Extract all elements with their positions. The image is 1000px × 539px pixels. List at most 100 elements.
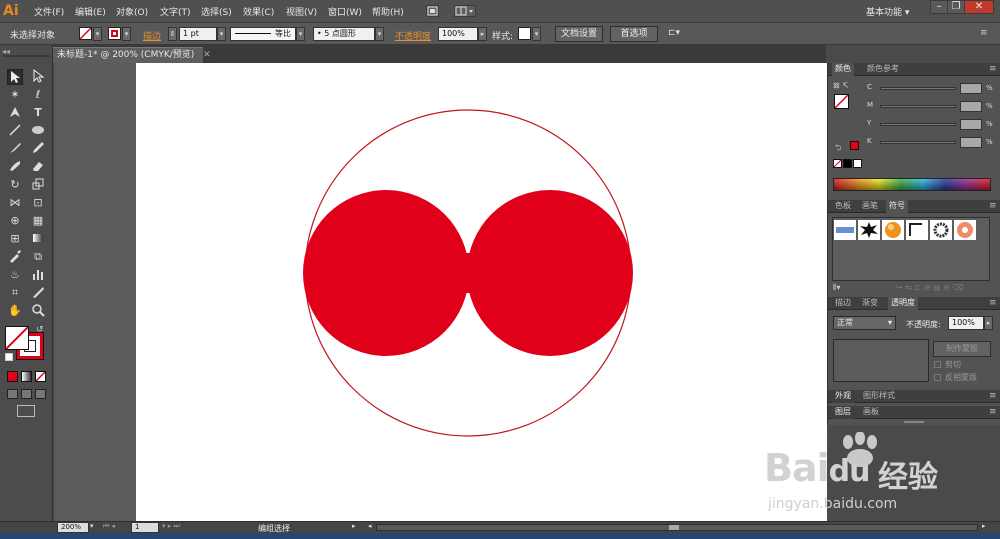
tab-transparency[interactable]: 透明度 <box>888 297 918 310</box>
fill-swatch[interactable] <box>79 27 92 40</box>
preferences-button[interactable]: 首选项 <box>610 26 658 42</box>
style-dropdown[interactable]: ▾ <box>532 27 541 41</box>
channel-y-slider[interactable] <box>880 123 956 126</box>
document-tab[interactable]: 未标题-1* @ 200% (CMYK/预览) ✕ <box>53 47 211 63</box>
menu-file[interactable]: 文件(F) <box>34 5 64 18</box>
color-spectrum-bar[interactable] <box>833 178 991 191</box>
symbol-ink-splat[interactable] <box>858 220 880 240</box>
none-mode-icon[interactable] <box>35 371 46 382</box>
rotate-tool-icon[interactable]: ↻ <box>7 177 23 193</box>
stroke-dropdown[interactable]: ▾ <box>122 27 131 41</box>
color-mode-icon[interactable] <box>7 371 18 382</box>
channel-m-value[interactable] <box>960 101 982 112</box>
mesh-tool-icon[interactable]: ⊞ <box>7 231 23 247</box>
menu-window[interactable]: 窗口(W) <box>328 5 362 18</box>
magic-wand-tool-icon[interactable]: ✶ <box>7 87 23 103</box>
workspace-switcher[interactable]: 基本功能 ▾ <box>866 5 909 18</box>
close-button[interactable]: ✕ <box>964 0 994 14</box>
color-panel-menu-icon[interactable]: ≡ <box>989 64 997 74</box>
invert-mask-checkbox[interactable] <box>934 374 941 381</box>
tab-gradient[interactable]: 渐变 <box>859 297 881 310</box>
pen-tool-icon[interactable] <box>7 105 23 121</box>
transparency-opacity-dropdown[interactable]: ▸ <box>984 316 993 330</box>
draw-normal-icon[interactable] <box>7 389 18 399</box>
out-of-gamut-icon[interactable]: ⮌ <box>835 142 841 156</box>
tab-graphic-styles[interactable]: 图形样式 <box>860 390 898 403</box>
pencil-tool-icon[interactable] <box>30 141 46 157</box>
artboard-number-field[interactable]: 1 <box>131 522 159 533</box>
horizontal-scrollbar[interactable] <box>376 524 978 531</box>
menu-edit[interactable]: 编辑(E) <box>75 5 106 18</box>
scroll-left-icon[interactable]: ◂ <box>368 522 372 530</box>
stroke-link[interactable]: 描边 <box>143 29 161 42</box>
symbol-flower[interactable] <box>954 220 976 240</box>
tab-artboards[interactable]: 画板 <box>860 406 882 419</box>
artboard[interactable] <box>136 63 827 521</box>
make-mask-button[interactable]: 制作蒙版 <box>933 341 991 357</box>
channel-c-slider[interactable] <box>880 87 956 90</box>
symbol-orange-ball[interactable] <box>882 220 904 240</box>
screen-mode-icon[interactable] <box>17 405 35 417</box>
next-artboard-icon[interactable]: ▾ ▸ ⏭ <box>162 522 180 531</box>
zoom-dropdown[interactable]: ▾ <box>90 522 98 533</box>
hand-tool-icon[interactable]: ✋ <box>7 303 23 319</box>
stroke-weight-field[interactable]: 1 pt <box>179 27 217 41</box>
transparency-panel-menu-icon[interactable]: ≡ <box>989 298 997 308</box>
left-red-circle[interactable] <box>303 190 469 356</box>
eyedropper-tool-icon[interactable] <box>7 249 23 265</box>
default-colors-icon[interactable] <box>5 353 13 361</box>
channel-y-value[interactable] <box>960 119 982 130</box>
clip-checkbox[interactable] <box>934 361 941 368</box>
symbol-corner-frame[interactable] <box>906 220 928 240</box>
lasso-tool-icon[interactable]: ℓ <box>30 87 46 103</box>
channel-k-slider[interactable] <box>880 141 956 144</box>
direct-selection-tool-icon[interactable] <box>30 68 46 85</box>
scrollbar-thumb[interactable] <box>669 525 679 530</box>
dock-resize-grip[interactable] <box>904 421 924 423</box>
zoom-field[interactable]: 200% <box>57 522 89 533</box>
tab-layers[interactable]: 图层 <box>832 406 854 419</box>
paintbrush-tool-icon[interactable] <box>7 141 23 157</box>
menu-effect[interactable]: 效果(C) <box>243 5 274 18</box>
draw-behind-icon[interactable] <box>21 389 32 399</box>
stroke-weight-stepper[interactable]: ⇕ <box>168 27 177 41</box>
opacity-field[interactable]: 100% <box>438 27 478 41</box>
menu-select[interactable]: 选择(S) <box>201 5 232 18</box>
color-fill-default-icon[interactable]: ⊠ ↸ <box>833 81 849 90</box>
tab-symbols[interactable]: 符号 <box>886 200 908 213</box>
appearance-panel-menu-icon[interactable]: ≡ <box>989 391 997 401</box>
brush-dropdown[interactable]: ▾ <box>375 27 384 41</box>
width-tool-icon[interactable]: ⋈ <box>7 195 23 211</box>
blend-tool-icon[interactable]: ⧉ <box>30 249 46 265</box>
stroke-weight-dropdown[interactable]: ▾ <box>217 27 226 41</box>
panel-menu-icon[interactable]: ≡ <box>980 28 988 38</box>
symbol-wreath[interactable] <box>930 220 952 240</box>
scale-tool-icon[interactable] <box>30 177 46 193</box>
opacity-dropdown[interactable]: ▸ <box>478 27 487 41</box>
selection-tool-icon[interactable] <box>7 69 23 85</box>
menu-object[interactable]: 对象(O) <box>116 5 148 18</box>
variable-width-profile[interactable]: 等比 <box>230 27 296 41</box>
layers-panel-menu-icon[interactable]: ≡ <box>989 407 997 417</box>
type-tool-icon[interactable]: T <box>30 105 46 121</box>
column-graph-tool-icon[interactable] <box>30 267 46 283</box>
right-red-circle[interactable] <box>467 190 633 356</box>
eraser-tool-icon[interactable] <box>30 159 46 175</box>
menu-help[interactable]: 帮助(H) <box>372 5 404 18</box>
tab-color[interactable]: 颜色 <box>832 63 854 76</box>
symbol-sprayer-tool-icon[interactable]: ♨ <box>7 267 23 283</box>
transparency-opacity-field[interactable]: 100% <box>948 316 984 330</box>
restore-button[interactable]: ❐ <box>947 0 965 14</box>
panel-fill-swatch[interactable] <box>834 94 849 109</box>
scroll-right-icon[interactable]: ▸ <box>982 522 986 530</box>
ellipse-tool-icon[interactable] <box>30 123 46 139</box>
gradient-mode-icon[interactable] <box>21 371 32 382</box>
tab-color-guide[interactable]: 颜色参考 <box>864 63 902 76</box>
status-menu-icon[interactable]: ▸ <box>352 522 356 530</box>
blend-mode-select[interactable]: 正常 ▾ <box>833 316 896 330</box>
blob-brush-tool-icon[interactable] <box>7 159 23 175</box>
close-tab-icon[interactable]: ✕ <box>203 50 211 60</box>
zoom-tool-icon[interactable] <box>30 303 46 319</box>
align-options-button[interactable]: ⊏▾ <box>668 28 692 40</box>
line-segment-tool-icon[interactable] <box>7 123 23 139</box>
